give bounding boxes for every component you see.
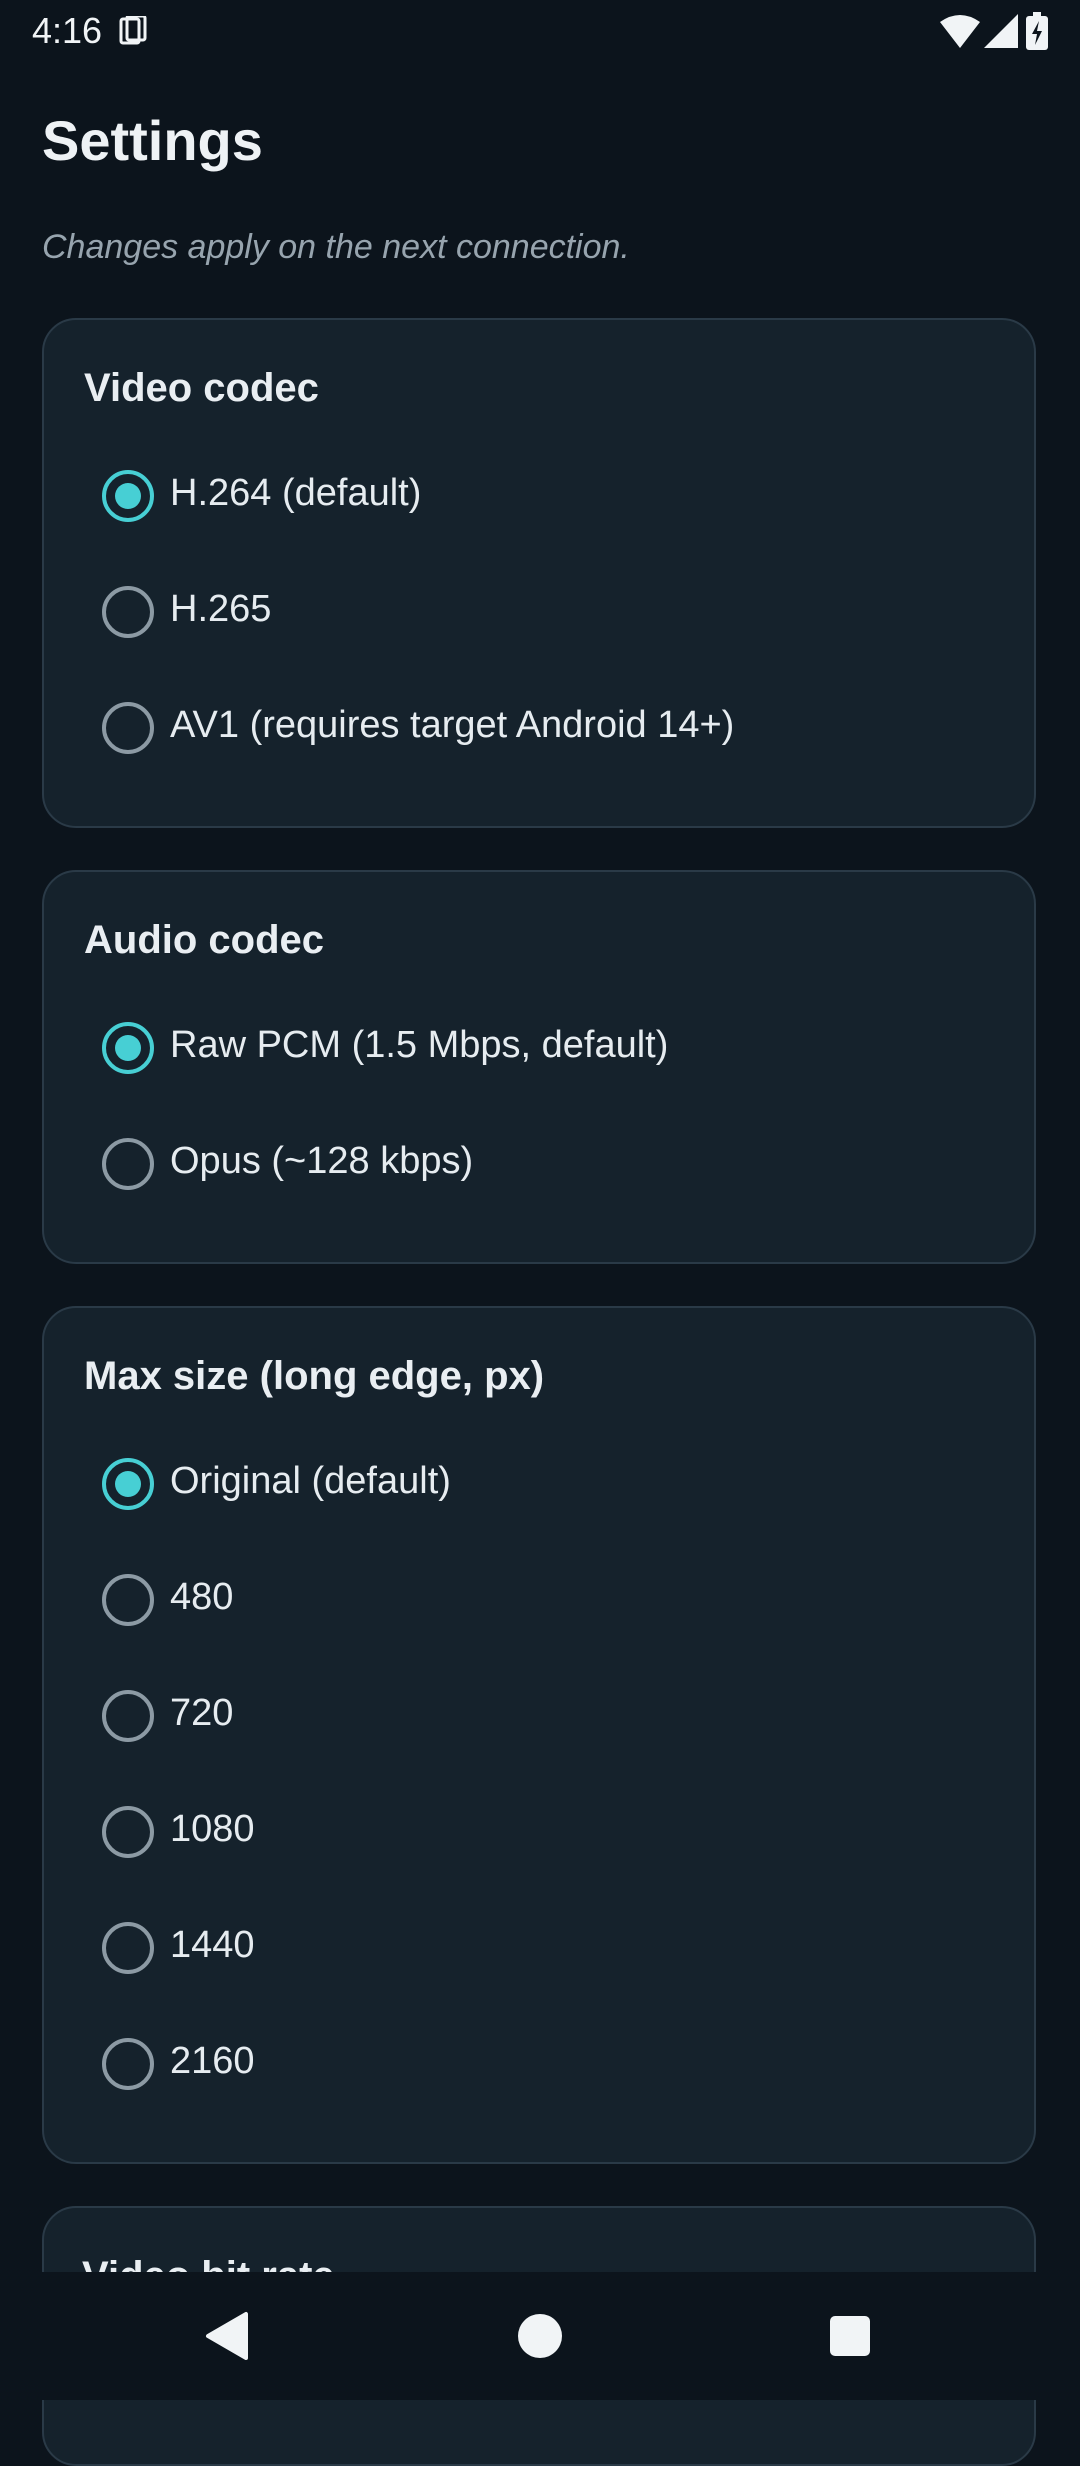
back-icon[interactable] (196, 2304, 260, 2368)
max-size-title: Max size (long edge, px) (84, 1354, 545, 1398)
status-bar: 4:16 (0, 0, 1080, 62)
recents-icon[interactable] (818, 2304, 882, 2368)
radio-button[interactable] (102, 1922, 154, 1974)
home-icon[interactable] (508, 2304, 572, 2368)
radio-option-h264[interactable]: H.264 (default) (102, 458, 1002, 538)
radio-option-label: 1080 (170, 1808, 255, 1850)
radio-button[interactable] (102, 1806, 154, 1858)
radio-option-h265[interactable]: H.265 (102, 574, 1002, 654)
radio-option-label: 480 (170, 1576, 234, 1618)
status-time: 4:16 (32, 10, 103, 51)
video-codec-title: Video codec (84, 366, 319, 410)
signal-icon (984, 14, 1018, 48)
wifi-icon (940, 15, 980, 48)
radio-option-opus[interactable]: Opus (~128 kbps) (102, 1126, 1002, 1206)
radio-option-label: H.264 (default) (170, 472, 422, 514)
radio-option-label: 2160 (170, 2040, 255, 2082)
screen-icon (119, 16, 147, 45)
battery-charging-icon (1026, 12, 1048, 50)
radio-option-2160[interactable]: 2160 (102, 2026, 1002, 2106)
audio-codec-title: Audio codec (84, 918, 325, 962)
radio-option-label: Raw PCM (1.5 Mbps, default) (170, 1024, 669, 1066)
radio-option-original[interactable]: Original (default) (102, 1446, 1002, 1526)
radio-button[interactable] (102, 702, 154, 754)
radio-option-720[interactable]: 720 (102, 1678, 1002, 1758)
radio-option-480[interactable]: 480 (102, 1562, 1002, 1642)
radio-option-raw-pcm[interactable]: Raw PCM (1.5 Mbps, default) (102, 1010, 1002, 1090)
radio-option-label: H.265 (170, 588, 272, 630)
radio-button[interactable] (102, 586, 154, 638)
max-size-card: Max size (long edge, px) Original (defau… (42, 1306, 1036, 2164)
radio-option-label: Original (default) (170, 1460, 451, 1502)
navigation-bar (0, 2272, 1080, 2400)
radio-option-label: AV1 (requires target Android 14+) (170, 704, 735, 746)
radio-button[interactable] (102, 1022, 154, 1074)
radio-button[interactable] (102, 2038, 154, 2090)
radio-button[interactable] (102, 470, 154, 522)
page-title: Settings (42, 109, 263, 172)
radio-option-av1[interactable]: AV1 (requires target Android 14+) (102, 690, 1002, 770)
radio-option-1440[interactable]: 1440 (102, 1910, 1002, 1990)
radio-option-label: Opus (~128 kbps) (170, 1140, 474, 1182)
radio-option-label: 720 (170, 1692, 234, 1734)
video-codec-card: Video codec H.264 (default) H.265 AV1 (r… (42, 318, 1036, 828)
page-subtitle: Changes apply on the next connection. (42, 228, 630, 266)
radio-option-label: 1440 (170, 1924, 255, 1966)
audio-codec-card: Audio codec Raw PCM (1.5 Mbps, default) … (42, 870, 1036, 1264)
radio-button[interactable] (102, 1458, 154, 1510)
radio-button[interactable] (102, 1138, 154, 1190)
radio-option-1080[interactable]: 1080 (102, 1794, 1002, 1874)
radio-button[interactable] (102, 1574, 154, 1626)
radio-button[interactable] (102, 1690, 154, 1742)
